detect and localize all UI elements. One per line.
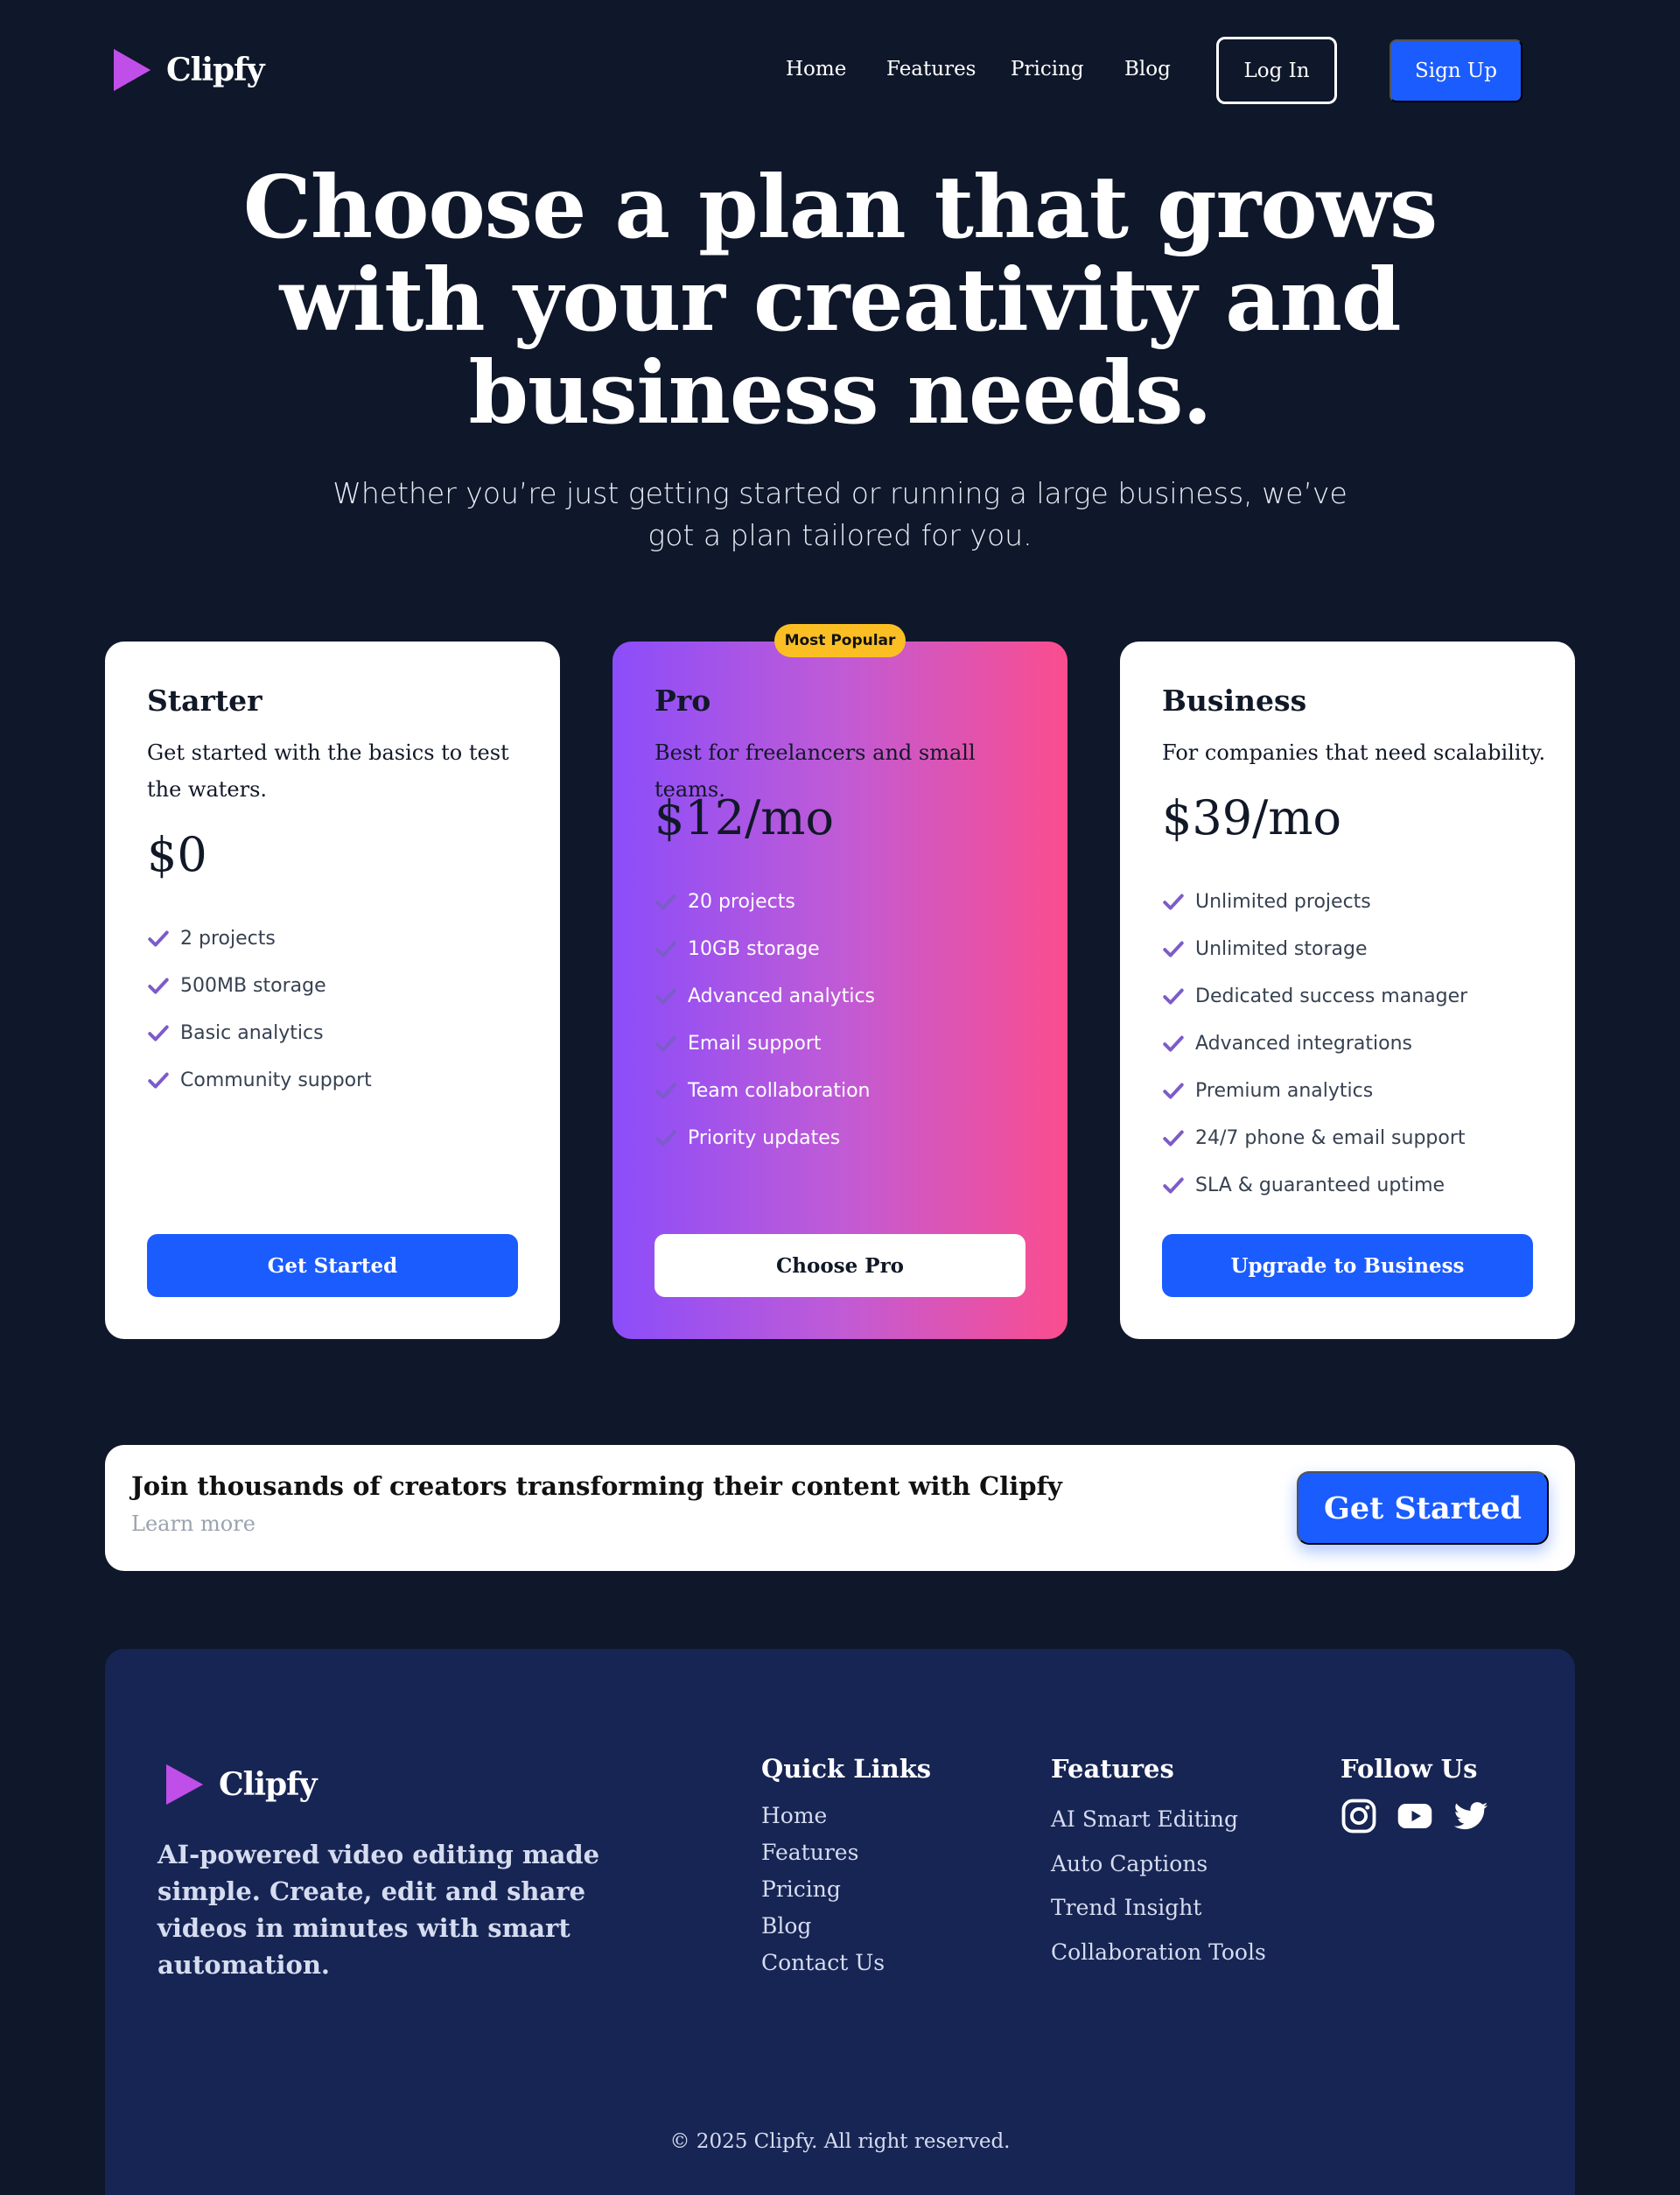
nav-link-blog[interactable]: Blog: [1124, 58, 1171, 81]
check-icon: [1162, 937, 1185, 960]
plan-feature: Unlimited projects: [1162, 878, 1467, 925]
plan-price: $12/mo: [654, 790, 834, 845]
plan-feature: 500MB storage: [147, 962, 372, 1009]
footer-feature-collaboration[interactable]: Collaboration Tools: [1051, 1939, 1266, 1984]
check-icon: [654, 1126, 677, 1149]
plan-name: Pro: [654, 684, 711, 718]
plan-feature: 10GB storage: [654, 925, 875, 972]
plan-feature: Community support: [147, 1056, 372, 1104]
choose-pro-button[interactable]: Choose Pro: [654, 1234, 1026, 1297]
plan-feature-list: Unlimited projects Unlimited storage Ded…: [1162, 878, 1467, 1209]
plan-feature: SLA & guaranteed uptime: [1162, 1161, 1467, 1209]
nav-link-features[interactable]: Features: [886, 58, 976, 81]
check-icon: [654, 1032, 677, 1055]
social-icons: [1340, 1798, 1489, 1834]
plan-feature: Premium analytics: [1162, 1067, 1467, 1114]
instagram-icon[interactable]: [1340, 1798, 1377, 1834]
check-icon: [654, 1079, 677, 1102]
hero-title: Choose a plan that grows with your creat…: [242, 158, 1438, 444]
check-icon: [1162, 985, 1185, 1007]
features-list: AI Smart Editing Auto Captions Trend Ins…: [1051, 1806, 1266, 1983]
check-icon: [147, 927, 170, 950]
cta-banner: Join thousands of creators transforming …: [105, 1445, 1575, 1571]
quick-links-title: Quick Links: [761, 1754, 932, 1784]
footer-feature-auto-captions[interactable]: Auto Captions: [1051, 1851, 1266, 1896]
nav-link-home[interactable]: Home: [786, 58, 846, 81]
check-icon: [654, 890, 677, 913]
hero-subtitle: Whether you’re just getting started or r…: [332, 476, 1348, 552]
nav-link-pricing[interactable]: Pricing: [1011, 58, 1084, 81]
check-icon: [1162, 1032, 1185, 1055]
site-footer: Clipfy AI-powered video editing made sim…: [105, 1649, 1575, 2195]
plan-description: For companies that need scalability.: [1162, 740, 1546, 765]
twitter-icon[interactable]: [1452, 1798, 1489, 1834]
get-started-button[interactable]: Get Started: [147, 1234, 518, 1297]
plan-description: Get started with the basics to test the …: [147, 740, 509, 802]
check-icon: [654, 985, 677, 1007]
check-icon: [654, 937, 677, 960]
plan-card-pro: Pro Best for freelancers and small teams…: [612, 642, 1068, 1339]
signup-button[interactable]: Sign Up: [1390, 39, 1522, 102]
check-icon: [1162, 1126, 1185, 1149]
plan-price: $39/mo: [1162, 790, 1341, 845]
top-navbar: Clipfy Home Features Pricing Blog Log In…: [0, 0, 1680, 140]
follow-us-title: Follow Us: [1340, 1754, 1478, 1784]
plan-feature: 2 projects: [147, 915, 372, 962]
quick-links-list: Home Features Pricing Blog Contact Us: [761, 1803, 885, 1987]
plan-feature: Team collaboration: [654, 1067, 875, 1114]
copyright-text: © 2025 Clipfy. All right reserved.: [669, 2130, 1011, 2153]
footer-link-pricing[interactable]: Pricing: [761, 1876, 885, 1913]
plan-feature: 20 projects: [654, 878, 875, 925]
check-icon: [147, 1021, 170, 1044]
check-icon: [1162, 890, 1185, 913]
plan-feature: Dedicated success manager: [1162, 972, 1467, 1020]
upgrade-business-button[interactable]: Upgrade to Business: [1162, 1234, 1533, 1297]
plan-name: Starter: [147, 684, 262, 718]
footer-brand-logo[interactable]: Clipfy: [166, 1764, 318, 1805]
plan-feature: Advanced analytics: [654, 972, 875, 1020]
footer-link-contact[interactable]: Contact Us: [761, 1950, 885, 1987]
plan-feature-list: 20 projects 10GB storage Advanced analyt…: [654, 878, 875, 1161]
plan-price: $0: [147, 827, 207, 882]
footer-link-features[interactable]: Features: [761, 1840, 885, 1876]
plan-name: Business: [1162, 684, 1307, 718]
cta-get-started-button[interactable]: Get Started: [1297, 1471, 1549, 1545]
plan-feature: Unlimited storage: [1162, 925, 1467, 972]
most-popular-badge: Most Popular: [774, 624, 906, 657]
learn-more-link[interactable]: Learn more: [131, 1511, 256, 1536]
check-icon: [1162, 1174, 1185, 1196]
features-title: Features: [1051, 1754, 1174, 1784]
plan-feature-list: 2 projects 500MB storage Basic analytics…: [147, 915, 372, 1104]
plan-feature: Advanced integrations: [1162, 1020, 1467, 1067]
check-icon: [1162, 1079, 1185, 1102]
footer-feature-trend-insight[interactable]: Trend Insight: [1051, 1895, 1266, 1939]
cta-title: Join thousands of creators transforming …: [131, 1471, 1062, 1501]
plan-feature: Priority updates: [654, 1114, 875, 1161]
plan-card-starter: Starter Get started with the basics to t…: [105, 642, 560, 1339]
play-logo-icon: [166, 1764, 203, 1805]
footer-feature-ai-editing[interactable]: AI Smart Editing: [1051, 1806, 1266, 1851]
plan-card-business: Business For companies that need scalabi…: [1120, 642, 1575, 1339]
footer-link-home[interactable]: Home: [761, 1803, 885, 1840]
login-button[interactable]: Log In: [1216, 37, 1337, 104]
youtube-icon[interactable]: [1396, 1798, 1433, 1834]
footer-tagline: AI-powered video editing made simple. Cr…: [158, 1840, 600, 1980]
plan-feature: 24/7 phone & email support: [1162, 1114, 1467, 1161]
check-icon: [147, 1069, 170, 1091]
footer-link-blog[interactable]: Blog: [761, 1913, 885, 1950]
check-icon: [147, 974, 170, 997]
footer-brand-name: Clipfy: [219, 1766, 318, 1803]
plan-feature: Email support: [654, 1020, 875, 1067]
plan-feature: Basic analytics: [147, 1009, 372, 1056]
